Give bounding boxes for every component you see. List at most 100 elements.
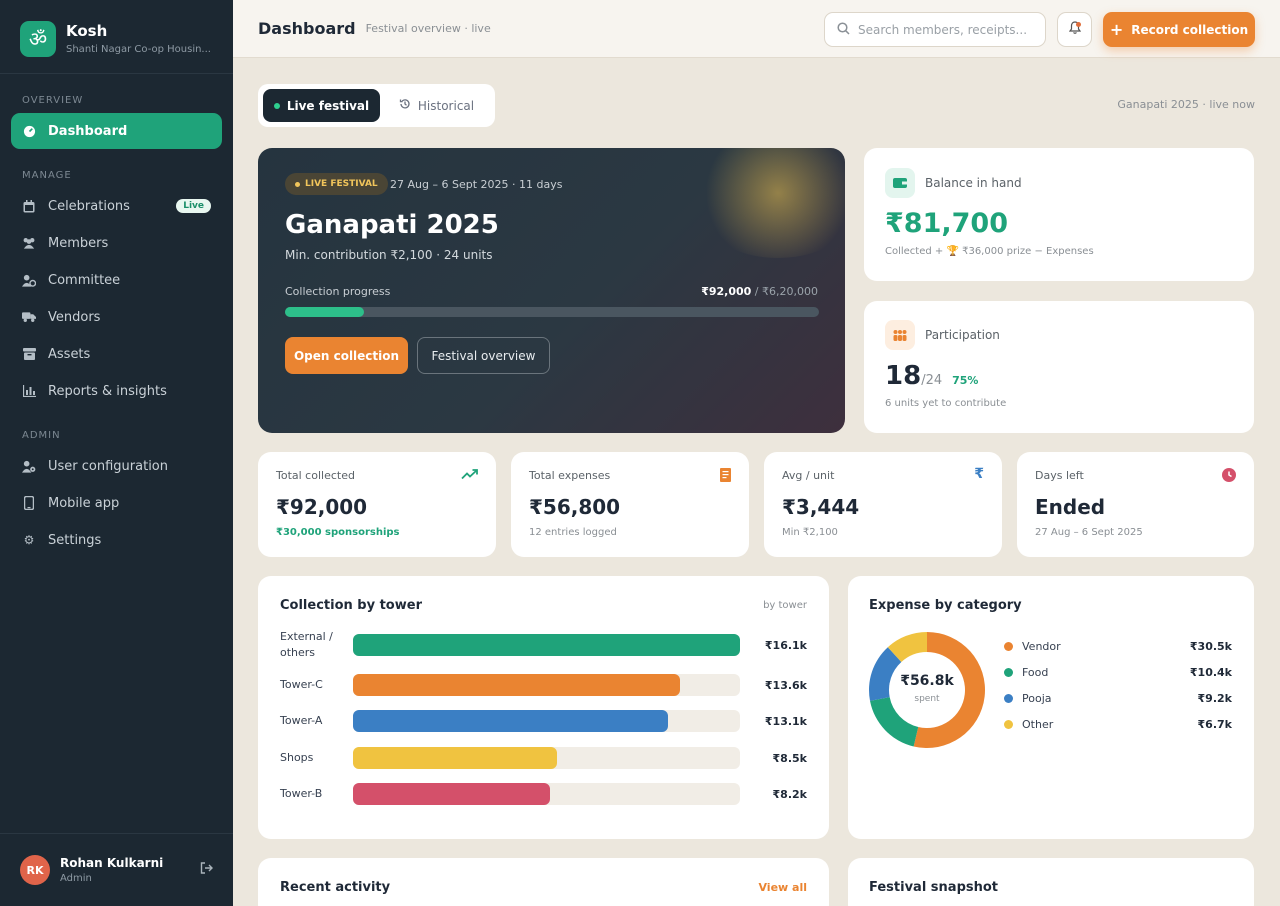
user-gear-icon: [22, 273, 36, 287]
bar-track: [353, 674, 740, 696]
page-subtitle: Festival overview · live: [365, 22, 491, 35]
stat-sub: 27 Aug – 6 Sept 2025: [1035, 527, 1143, 538]
sidebar-item-label: Settings: [48, 532, 102, 548]
bar-category-label: Tower-B: [280, 787, 323, 800]
stat-title: Avg / unit: [782, 469, 835, 482]
sidebar-item-vendors[interactable]: Vendors: [11, 299, 222, 335]
section-manage: MANAGE: [22, 170, 72, 181]
progress-fill: [285, 307, 365, 317]
legend-item: Vendor ₹30.5k: [1004, 640, 1232, 653]
chart-tag: by tower: [763, 600, 807, 611]
user-role: Admin: [60, 873, 92, 884]
sidebar-item-members[interactable]: Members: [11, 225, 222, 261]
sidebar-item-committee[interactable]: Committee: [11, 262, 222, 298]
logout-icon[interactable]: [200, 862, 213, 878]
gauge-icon: [22, 124, 36, 138]
expense-by-category-card: Expense by category ₹56.8k spent Vendor ₹…: [848, 576, 1254, 839]
tab-historical[interactable]: Historical: [384, 89, 489, 122]
search-placeholder: Search members, receipts...: [858, 22, 1028, 37]
sidebar-item-dashboard[interactable]: Dashboard: [11, 113, 222, 149]
sidebar-item-label: Members: [48, 235, 109, 251]
bar-track: [353, 783, 740, 805]
open-collection-button[interactable]: Open collection: [285, 337, 408, 374]
brand: ॐ Kosh Shanti Nagar Co-op Housin...: [0, 0, 233, 74]
sidebar-item-reports[interactable]: Reports & insights: [11, 373, 222, 409]
society-name: Shanti Nagar Co-op Housin...: [66, 44, 211, 55]
festival-status: Ganapati 2025 · live now: [1117, 98, 1255, 111]
sidebar-item-user-configuration[interactable]: User configuration: [11, 448, 222, 484]
donut-center-label: spent: [914, 694, 940, 704]
progress-label: Collection progress: [285, 285, 391, 298]
sidebar-item-label: Dashboard: [48, 123, 128, 139]
participation-count: 18: [885, 361, 922, 391]
archive-icon: [22, 347, 36, 361]
record-collection-button[interactable]: + Record collection: [1103, 12, 1255, 47]
bar-category-label: Shops: [280, 751, 314, 764]
bar-category-label: Tower-A: [280, 714, 323, 727]
bar[interactable]: [353, 747, 558, 769]
stat-sub: 12 entries logged: [529, 527, 617, 538]
target-amount: / ₹6,20,000: [751, 285, 818, 298]
balance-value: ₹81,700: [885, 208, 1008, 239]
search-input[interactable]: Search members, receipts...: [824, 12, 1046, 47]
view-all-link[interactable]: View all: [758, 881, 807, 894]
sidebar-item-label: Celebrations: [48, 198, 130, 214]
avatar[interactable]: RK: [20, 855, 50, 885]
sidebar-item-label: Vendors: [48, 309, 101, 325]
balance-note: Collected + 🏆 ₹36,000 prize − Expenses: [885, 246, 1094, 257]
festival-dates: 27 Aug – 6 Sept 2025 · 11 days: [390, 178, 563, 191]
om-logo-icon[interactable]: ॐ: [20, 20, 56, 57]
participation-note: 6 units yet to contribute: [885, 398, 1007, 409]
bar-track: [353, 634, 740, 656]
receipt-icon: [720, 468, 731, 486]
bar-row: Tower-C ₹13.6k: [280, 673, 807, 697]
legend-swatch: [1004, 668, 1013, 677]
bar[interactable]: [353, 710, 668, 732]
notifications-button[interactable]: [1057, 12, 1092, 47]
sidebar-item-settings[interactable]: ⚙ Settings: [11, 522, 222, 558]
progress-bar: [285, 307, 819, 317]
bar-value-label: ₹8.5k: [772, 751, 807, 765]
stat-value: Ended: [1035, 495, 1106, 519]
bar[interactable]: [353, 634, 740, 656]
legend-label: Vendor: [1022, 640, 1061, 653]
bar-chart-icon: [22, 384, 36, 398]
stat-card-total-collected: Total collected ₹92,000 ₹30,000 sponsors…: [258, 452, 496, 557]
stat-title: Total expenses: [529, 469, 611, 482]
stat-card-days-left: Days left Ended 27 Aug – 6 Sept 2025: [1017, 452, 1254, 557]
bar-row: Tower-A ₹13.1k: [280, 709, 807, 733]
stat-sub: ₹30,000 sponsorships: [276, 527, 400, 538]
stat-card-avg-unit: Avg / unit ₹ ₹3,444 Min ₹2,100: [764, 452, 1002, 557]
donut-slice[interactable]: [870, 697, 919, 747]
tab-label: Historical: [417, 98, 475, 113]
snapshot-title: Festival snapshot: [869, 880, 999, 895]
tab-live-festival[interactable]: Live festival: [263, 89, 380, 122]
recent-activity-card: Recent activity View all: [258, 858, 829, 906]
hero-glow: [688, 148, 845, 258]
page-title: Dashboard: [258, 19, 356, 38]
recent-title: Recent activity: [280, 880, 391, 895]
sidebar-item-assets[interactable]: Assets: [11, 336, 222, 372]
badge-label: LIVE FESTIVAL: [305, 179, 378, 189]
balance-title: Balance in hand: [925, 176, 1022, 190]
stat-value: ₹92,000: [276, 495, 368, 519]
bar-row: External / others ₹16.1k: [280, 630, 807, 659]
live-badge: Live: [176, 199, 211, 213]
sidebar-item-mobile-app[interactable]: Mobile app: [11, 485, 222, 521]
collection-by-tower-card: Collection by tower by tower External / …: [258, 576, 829, 839]
gear-icon: ⚙: [23, 533, 35, 547]
bar-value-label: ₹13.6k: [764, 678, 807, 692]
user-profile: RK Rohan Kulkarni Admin: [0, 833, 233, 906]
festival-overview-button[interactable]: Festival overview: [417, 337, 550, 374]
legend-swatch: [1004, 694, 1013, 703]
bar-value-label: ₹16.1k: [764, 638, 807, 652]
legend-swatch: [1004, 720, 1013, 729]
legend-item: Other ₹6.7k: [1004, 718, 1232, 731]
festival-title: Ganapati 2025: [285, 210, 499, 240]
bar[interactable]: [353, 783, 551, 805]
stat-title: Total collected: [276, 469, 355, 482]
sidebar-item-label: Committee: [48, 272, 121, 288]
bar[interactable]: [353, 674, 680, 696]
sidebar-item-celebrations[interactable]: Celebrations Live: [11, 188, 222, 224]
view-toggle: Live festival Historical: [258, 84, 495, 127]
